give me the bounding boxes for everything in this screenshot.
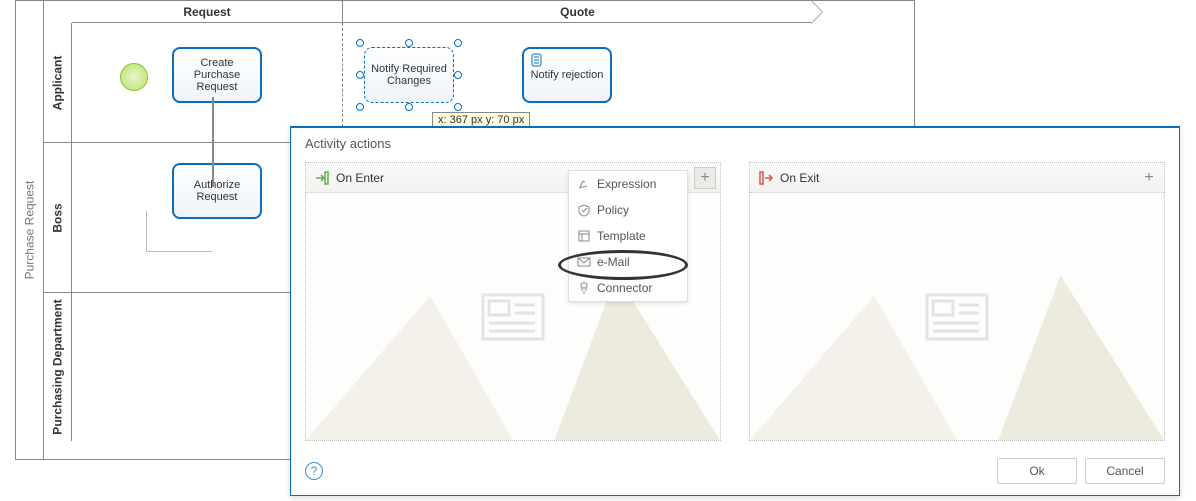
on-enter-add-button[interactable]: + (694, 167, 716, 189)
task-authorize-label: Authorize Request (178, 179, 256, 203)
placeholder-icon (481, 293, 545, 341)
pool-label: Purchase Request (16, 1, 44, 459)
menu-item-connector[interactable]: Connector (569, 275, 687, 301)
policy-icon (577, 203, 591, 217)
cancel-button[interactable]: Cancel (1085, 458, 1165, 484)
task-notify-rejection-label: Notify rejection (531, 69, 604, 81)
menu-expression-label: Expression (597, 177, 656, 191)
start-event[interactable] (120, 63, 148, 91)
task-authorize-request[interactable]: Authorize Request (172, 163, 262, 219)
flow-arrow (146, 251, 212, 252)
task-create-purchase-request[interactable]: Create Purchase Request (172, 47, 262, 103)
flow-arrow (212, 97, 214, 187)
enter-icon (314, 170, 330, 186)
dialog-footer: ? Ok Cancel (291, 447, 1179, 495)
selection-handles (360, 43, 458, 107)
help-icon[interactable]: ? (305, 462, 323, 480)
on-exit-add-button[interactable]: + (1138, 167, 1160, 189)
exit-icon (758, 170, 774, 186)
pool-label-text: Purchase Request (23, 181, 37, 280)
flow-arrow (146, 211, 147, 251)
on-enter-label: On Enter (336, 171, 384, 185)
script-icon (530, 53, 544, 67)
on-exit-panel: On Exit + (749, 162, 1165, 441)
menu-email-label: e-Mail (597, 255, 630, 269)
template-icon (577, 229, 591, 243)
menu-item-expression[interactable]: Expression (569, 171, 687, 197)
email-icon (577, 255, 591, 269)
on-exit-label: On Exit (780, 171, 819, 185)
menu-item-template[interactable]: Template (569, 223, 687, 249)
task-notify-rejection[interactable]: Notify rejection (522, 47, 612, 103)
lane-applicant-label: Applicant (44, 23, 72, 142)
dialog-title: Activity actions (291, 128, 1179, 159)
connector-icon (577, 281, 591, 295)
activity-actions-dialog: Activity actions On Enter + (290, 126, 1180, 496)
menu-item-policy[interactable]: Policy (569, 197, 687, 223)
menu-item-email[interactable]: e-Mail (569, 249, 687, 275)
phase-divider (342, 23, 343, 142)
ok-button[interactable]: Ok (997, 458, 1077, 484)
placeholder-icon (925, 293, 989, 341)
task-create-label: Create Purchase Request (178, 57, 256, 93)
on-exit-header: On Exit + (750, 163, 1164, 193)
menu-template-label: Template (597, 229, 646, 243)
lane-purchasing-label: Purchasing Department (44, 293, 72, 441)
action-type-menu: Expression Policy Template e-Mail Connec… (568, 170, 688, 302)
menu-policy-label: Policy (597, 203, 629, 217)
expression-icon (577, 177, 591, 191)
dialog-body: On Enter + (305, 162, 1165, 441)
lane-boss-label: Boss (44, 143, 72, 292)
menu-connector-label: Connector (597, 281, 652, 295)
